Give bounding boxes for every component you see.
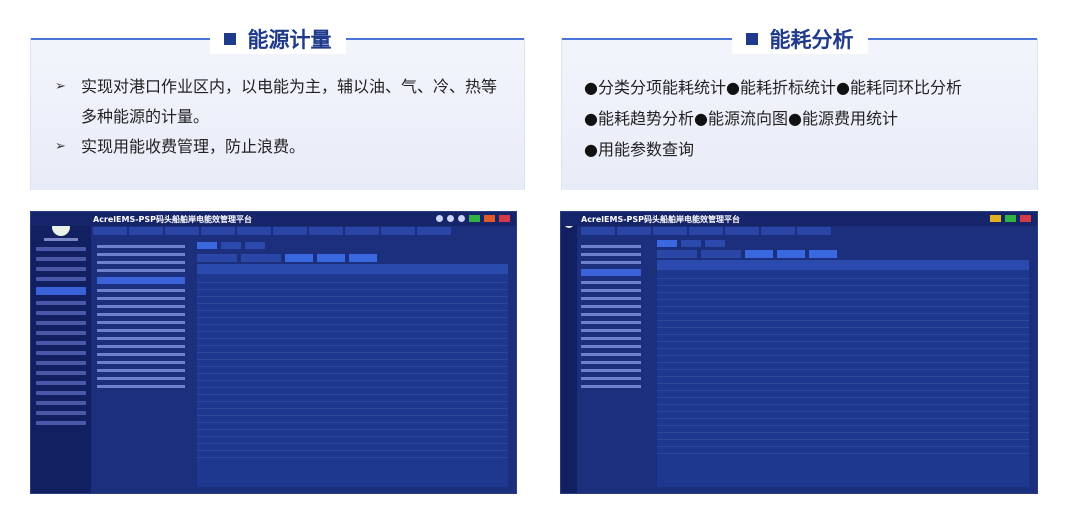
feature-item: 能耗同环比分析 [849,78,962,97]
app-tabs [581,227,1033,235]
dot-icon: ● [584,140,598,159]
app-title: AcrelEMS-PSP码头船舶岸电能效管理平台 [93,214,253,224]
arrow-bullet-icon: ➢ [55,139,66,154]
data-table [657,260,1029,487]
metering-item: ➢ 实现对港口作业区内，以电能为主，辅以油、气、冷、热等多种能源的计量。 [55,72,508,132]
sidebar-nav-item [36,421,86,425]
sidebar-nav-item [36,311,86,315]
org-name [44,238,78,241]
metering-app-screenshot: AcrelEMS-PSP码头船舶岸电能效管理平台 [30,211,517,494]
data-table [197,264,508,487]
status-badge-red [499,215,510,222]
sidebar-nav-item [36,301,86,305]
feature-item: 能源费用统计 [801,109,898,128]
sidebar-nav-item [36,391,86,395]
sidebar-nav-item [36,381,86,385]
analysis-feature-list: ●分类分项能耗统计●能耗折标统计●能耗同环比分析 ●能耗趋势分析●能源流向图●能… [584,72,1027,165]
metering-item-text: 实现对港口作业区内，以电能为主，辅以油、气、冷、热等多种能源的计量。 [81,77,498,126]
energy-analysis-title-text: 能耗分析 [769,28,854,52]
feature-item: 能耗折标统计 [739,78,836,97]
status-badge-red [1020,215,1031,222]
sidebar-nav-item [36,277,86,281]
feature-item: 用能参数查询 [597,140,694,159]
app-title: AcrelEMS-PSP码头船舶岸电能效管理平台 [581,214,741,224]
app-topbar: AcrelEMS-PSP码头船舶岸电能效管理平台 [31,212,516,226]
energy-metering-title: 能源计量 [209,24,346,54]
meter-tree [97,240,185,489]
dot-icon: ● [693,109,708,128]
dot-icon: ● [584,109,598,128]
energy-analysis-title: 能耗分析 [731,24,868,54]
feature-item: 能耗趋势分析 [597,109,694,128]
sidebar-nav-item [36,361,86,365]
sidebar-nav-item [36,351,86,355]
sidebar-nav-item [36,411,86,415]
sidebar-nav-item [36,267,86,271]
metering-item-text: 实现用能收费管理，防止浪费。 [81,137,306,156]
bell-icon [447,215,454,222]
metering-list: ➢ 实现对港口作业区内，以电能为主，辅以油、气、冷、热等多种能源的计量。 ➢ 实… [55,72,508,162]
status-badge-green [469,215,480,222]
dot-icon: ● [835,78,850,97]
energy-analysis-panel: 能耗分析 ●分类分项能耗统计●能耗折标统计●能耗同环比分析 ●能耗趋势分析●能源… [561,24,1038,190]
sidebar-nav-item [36,371,86,375]
analysis-app-screenshot: AcrelEMS-PSP码头船舶岸电能效管理平台 [560,211,1038,494]
dot-icon: ● [787,109,802,128]
sidebar-nav-item [36,331,86,335]
settings-icon [458,215,465,222]
feature-item: 分类分项能耗统计 [597,78,726,97]
metering-item: ➢ 实现用能收费管理，防止浪费。 [55,132,508,162]
status-badge-yellow [990,215,1001,222]
meter-tree [581,240,641,489]
status-badge-orange [484,215,495,222]
energy-metering-title-text: 能源计量 [247,28,332,52]
sidebar-nav-item [36,247,86,251]
search-icon [436,215,443,222]
feature-item: 能源流向图 [707,109,788,128]
app-tabs [93,227,512,235]
app-sidebar [561,212,577,493]
sidebar-nav-item-active [36,287,86,295]
sidebar-nav-item [36,321,86,325]
square-bullet-icon [223,33,236,45]
dot-icon: ● [725,78,740,97]
energy-metering-panel: 能源计量 ➢ 实现对港口作业区内，以电能为主，辅以油、气、冷、热等多种能源的计量… [30,24,525,190]
app-topbar: AcrelEMS-PSP码头船舶岸电能效管理平台 [561,212,1037,226]
dot-icon: ● [584,78,598,97]
status-badge-green [1005,215,1016,222]
square-bullet-icon [745,33,758,45]
sidebar-nav-item [36,341,86,345]
app-sidebar [31,212,91,493]
sidebar-nav-item [36,401,86,405]
arrow-bullet-icon: ➢ [55,79,66,94]
sidebar-nav-item [36,257,86,261]
